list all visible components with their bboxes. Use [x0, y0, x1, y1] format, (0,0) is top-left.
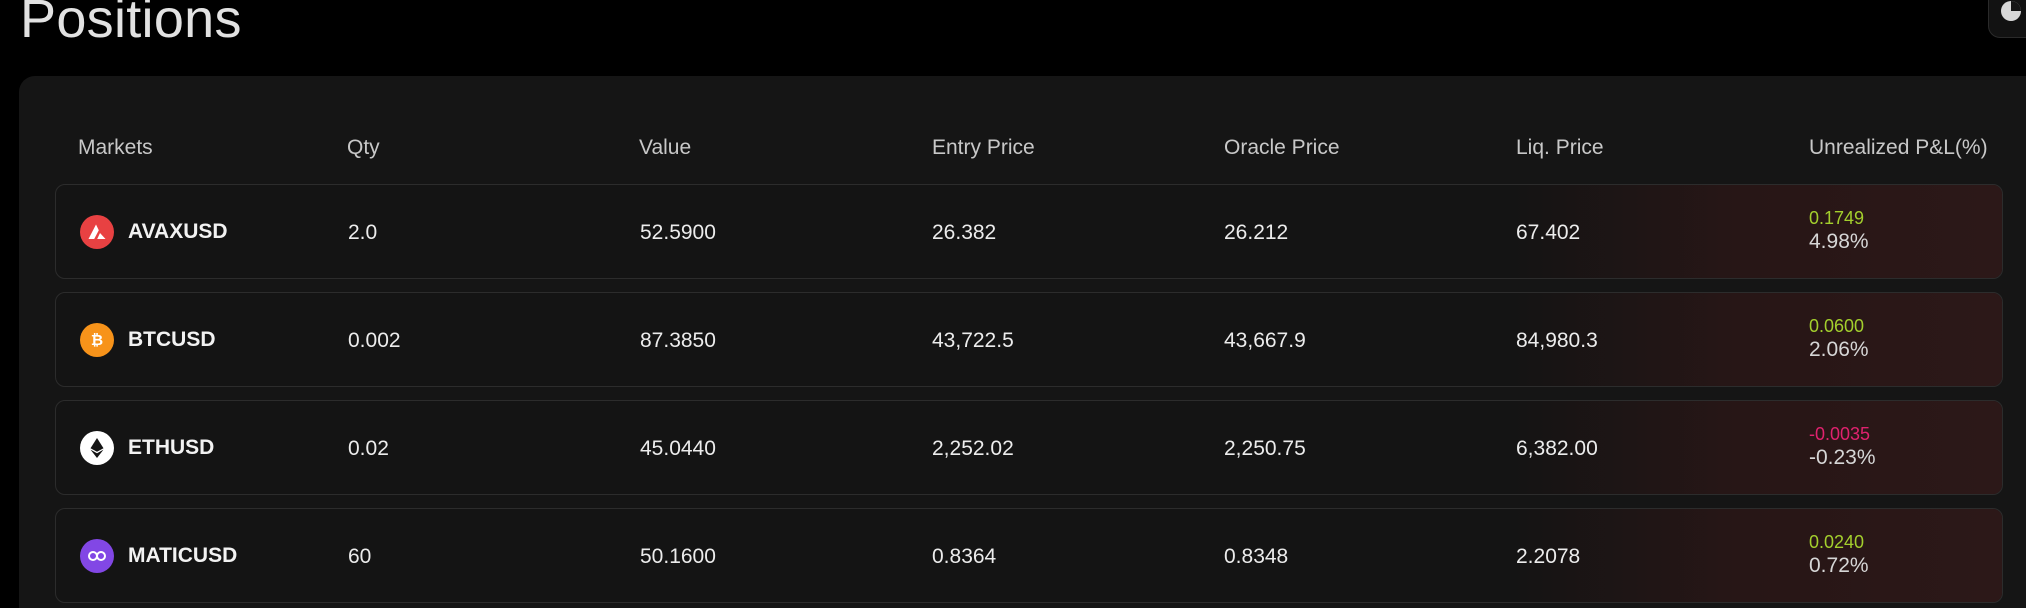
qty-value: 60: [348, 545, 372, 568]
qty-value: 2.0: [348, 221, 378, 244]
entry-price-value: 43,722.5: [932, 329, 1014, 352]
liq-price-value: 84,980.3: [1516, 329, 1598, 352]
pnl-percent: 4.98%: [1809, 230, 1869, 253]
header-qty[interactable]: Qty: [347, 130, 380, 166]
unrealized-pnl: -0.0035 -0.23%: [1809, 423, 1876, 471]
entry-price-value: 26.382: [932, 221, 997, 244]
liq-price-value: 2.2078: [1516, 545, 1581, 568]
header-oracle-price[interactable]: Oracle Price: [1224, 130, 1340, 166]
oracle-price-value: 2,250.75: [1224, 437, 1306, 460]
table-row[interactable]: ₿ BTCUSD 0.002 87.3850 43,722.5 43,667.9…: [55, 292, 2003, 387]
pnl-amount: 0.0240: [1809, 532, 1865, 552]
header-value[interactable]: Value: [639, 130, 691, 166]
liq-price-value: 6,382.00: [1516, 437, 1598, 460]
pnl-background: [1512, 509, 2002, 602]
pnl-percent: 0.72%: [1809, 554, 1869, 577]
oracle-price-value: 26.212: [1224, 221, 1289, 244]
oracle-price-value: 0.8348: [1224, 545, 1289, 568]
page-title: Positions: [20, 0, 242, 49]
qty-value: 0.002: [348, 329, 401, 352]
position-value: 50.1600: [640, 545, 716, 568]
avax-icon: [80, 215, 114, 249]
pnl-amount: -0.0035: [1809, 424, 1871, 444]
header-liq-price[interactable]: Liq. Price: [1516, 130, 1604, 166]
unrealized-pnl: 0.1749 4.98%: [1809, 207, 1869, 255]
position-value: 87.3850: [640, 329, 716, 352]
svg-text:₿: ₿: [91, 331, 103, 349]
unrealized-pnl: 0.0240 0.72%: [1809, 531, 1869, 579]
qty-value: 0.02: [348, 437, 389, 460]
header-markets[interactable]: Markets: [78, 130, 153, 166]
market-name[interactable]: AVAXUSD: [128, 185, 228, 278]
table-row[interactable]: MATICUSD 60 50.1600 0.8364 0.8348 2.2078…: [55, 508, 2003, 603]
market-name[interactable]: BTCUSD: [128, 293, 216, 386]
pnl-percent: 2.06%: [1809, 338, 1869, 361]
pie-chart-icon: [1999, 0, 2023, 28]
position-value: 52.5900: [640, 221, 716, 244]
header-unrealized-pnl[interactable]: Unrealized P&L(%): [1809, 130, 1988, 166]
table-header: Markets Qty Value Entry Price Oracle Pri…: [0, 130, 2026, 166]
oracle-price-value: 43,667.9: [1224, 329, 1306, 352]
chart-toggle-button[interactable]: [1988, 0, 2026, 38]
entry-price-value: 0.8364: [932, 545, 997, 568]
entry-price-value: 2,252.02: [932, 437, 1014, 460]
table-row[interactable]: AVAXUSD 2.0 52.5900 26.382 26.212 67.402…: [55, 184, 2003, 279]
header-entry-price[interactable]: Entry Price: [932, 130, 1035, 166]
pnl-amount: 0.0600: [1809, 316, 1865, 336]
liq-price-value: 67.402: [1516, 221, 1581, 244]
pnl-amount: 0.1749: [1809, 208, 1865, 228]
position-value: 45.0440: [640, 437, 716, 460]
market-name[interactable]: MATICUSD: [128, 509, 237, 602]
positions-page: Positions Markets Qty Value Entry Price …: [0, 0, 2026, 608]
matic-icon: [80, 539, 114, 573]
table-row[interactable]: ETHUSD 0.02 45.0440 2,252.02 2,250.75 6,…: [55, 400, 2003, 495]
unrealized-pnl: 0.0600 2.06%: [1809, 315, 1869, 363]
btc-icon: ₿: [80, 323, 114, 357]
pnl-background: [1512, 185, 2002, 278]
market-name[interactable]: ETHUSD: [128, 401, 214, 494]
eth-icon: [80, 431, 114, 465]
pnl-percent: -0.23%: [1809, 446, 1876, 469]
